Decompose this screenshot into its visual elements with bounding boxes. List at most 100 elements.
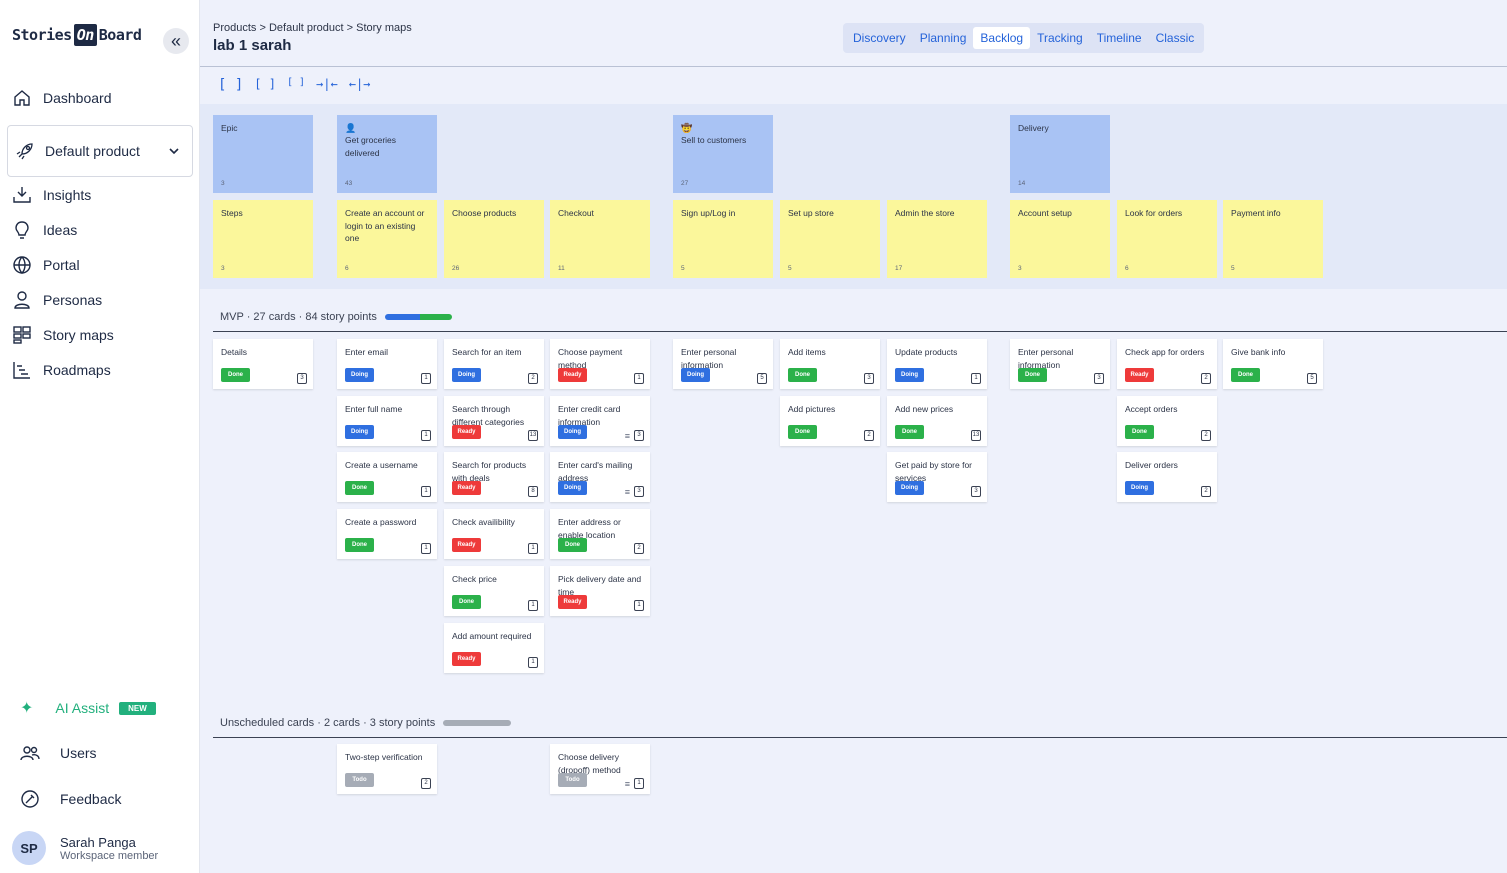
step-card[interactable]: Checkout 11 [550,200,650,278]
status-badge[interactable]: Doing [895,480,924,495]
story-card[interactable]: Add items Done 3 [780,339,880,389]
story-card[interactable]: Check availibility Ready 1 [444,509,544,559]
breadcrumb-products[interactable]: Products [213,22,256,34]
status-badge[interactable]: Done [345,537,374,552]
release-header[interactable]: MVP · 27 cards · 84 story points [220,311,452,323]
status-badge[interactable]: Todo [345,772,374,787]
story-card[interactable]: Choose payment method Ready 1 [550,339,650,389]
sidebar-item-portal[interactable]: Portal [12,255,80,275]
story-card[interactable]: Enter card's mailing address Doing ≡ 3 [550,452,650,502]
status-badge[interactable]: Doing [452,367,481,382]
status-badge[interactable]: Doing [345,424,374,439]
status-badge[interactable]: Done [345,480,374,495]
story-card[interactable]: Update products Doing 1 [887,339,987,389]
status-badge[interactable]: Doing [558,424,587,439]
sidebar-item-dashboard[interactable]: Dashboard [12,88,112,108]
status-badge[interactable]: Ready [558,367,587,382]
step-card[interactable]: Steps 3 [213,200,313,278]
story-card[interactable]: Create a username Done 1 [337,452,437,502]
status-badge[interactable]: Done [221,367,250,382]
status-badge[interactable]: Todo [558,772,587,787]
zoom-large-icon[interactable]: [ ] [218,77,243,93]
status-badge[interactable]: Doing [345,367,374,382]
story-card[interactable]: Get paid by store for services Doing 3 [887,452,987,502]
status-badge[interactable]: Doing [1125,480,1154,495]
story-card[interactable]: Choose delivery (dropoff) method Todo ≡ 1 [550,744,650,794]
step-card[interactable]: Set up store 5 [780,200,880,278]
zoom-small-icon[interactable]: [ ] [287,77,305,93]
epic-card[interactable]: 🤠 Sell to customers 27 [673,115,773,193]
collapse-columns-icon[interactable]: →|← [316,77,338,93]
step-card[interactable]: Choose products 26 [444,200,544,278]
story-card[interactable]: Check price Done 1 [444,566,544,616]
tab-classic[interactable]: Classic [1149,27,1202,49]
story-card[interactable]: Search for an item Doing 2 [444,339,544,389]
step-card[interactable]: Account setup 3 [1010,200,1110,278]
sidebar-item-insights[interactable]: Insights [12,185,91,205]
sidebar-item-roadmaps[interactable]: Roadmaps [12,360,111,380]
story-card[interactable]: Add amount required Ready 1 [444,623,544,673]
sidebar-item-story-maps[interactable]: Story maps [12,325,114,345]
story-card[interactable]: Create a password Done 1 [337,509,437,559]
story-card[interactable]: Give bank info Done 5 [1223,339,1323,389]
sidebar-item-feedback[interactable]: Feedback [20,789,121,809]
sidebar-item-personas[interactable]: Personas [12,290,102,310]
epic-card[interactable]: Epic 3 [213,115,313,193]
zoom-medium-icon[interactable]: [ ] [254,77,276,93]
tab-planning[interactable]: Planning [913,27,974,49]
status-badge[interactable]: Done [1018,367,1047,382]
story-card[interactable]: Search through different categories Ready… [444,396,544,446]
story-card[interactable]: Enter full name Doing 1 [337,396,437,446]
status-badge[interactable]: Done [452,594,481,609]
story-card[interactable]: Enter personal information Doing 5 [673,339,773,389]
step-card[interactable]: Look for orders 6 [1117,200,1217,278]
story-card[interactable]: Enter address or enable location Done 2 [550,509,650,559]
status-badge[interactable]: Done [788,367,817,382]
sidebar-item-users[interactable]: Users [20,743,97,763]
story-card[interactable]: Deliver orders Doing 2 [1117,452,1217,502]
status-badge[interactable]: Ready [452,424,481,439]
release-header[interactable]: Unscheduled cards · 2 cards · 3 story po… [220,717,512,729]
status-badge[interactable]: Doing [558,480,587,495]
status-badge[interactable]: Done [895,424,924,439]
breadcrumb-default-product[interactable]: Default product [269,22,344,34]
step-card[interactable]: Create an account or login to an existin… [337,200,437,278]
status-badge[interactable]: Doing [681,367,710,382]
story-card[interactable]: Search for products with deals Ready 8 [444,452,544,502]
status-badge[interactable]: Done [558,537,587,552]
status-badge[interactable]: Ready [452,537,481,552]
tab-timeline[interactable]: Timeline [1090,27,1149,49]
story-card[interactable]: Enter credit card information Doing ≡ 3 [550,396,650,446]
story-card[interactable]: Enter personal information Done 3 [1010,339,1110,389]
sidebar-item-ideas[interactable]: Ideas [12,220,77,240]
step-card[interactable]: Payment info 5 [1223,200,1323,278]
breadcrumb-story-maps[interactable]: Story maps [356,22,412,34]
tab-tracking[interactable]: Tracking [1030,27,1090,49]
status-badge[interactable]: Done [1231,367,1260,382]
status-badge[interactable]: Done [1125,424,1154,439]
story-card[interactable]: Accept orders Done 2 [1117,396,1217,446]
app-logo[interactable]: Stories On Board [12,24,142,46]
tab-backlog[interactable]: Backlog [973,27,1031,49]
expand-columns-icon[interactable]: ←|→ [349,77,371,93]
status-badge[interactable]: Done [788,424,817,439]
story-card[interactable]: Add pictures Done 2 [780,396,880,446]
collapse-sidebar-button[interactable]: « [163,28,189,54]
status-badge[interactable]: Ready [1125,367,1154,382]
status-badge[interactable]: Ready [452,480,481,495]
story-card[interactable]: Check app for orders Ready 2 [1117,339,1217,389]
page-title[interactable]: lab 1 sarah [213,37,291,54]
story-card[interactable]: Pick delivery date and time Ready 1 [550,566,650,616]
ai-assist-button[interactable]: ✦ AI Assist NEW [20,698,156,718]
story-card[interactable]: Two-step verification Todo 2 [337,744,437,794]
status-badge[interactable]: Ready [558,594,587,609]
epic-card[interactable]: Delivery 14 [1010,115,1110,193]
step-card[interactable]: Sign up/Log in 5 [673,200,773,278]
tab-discovery[interactable]: Discovery [846,27,913,49]
user-profile[interactable]: SP Sarah Panga Workspace member [12,831,158,865]
status-badge[interactable]: Doing [895,367,924,382]
story-card[interactable]: Enter email Doing 1 [337,339,437,389]
product-selector[interactable]: Default product [7,125,193,177]
epic-card[interactable]: 👤 Get groceries delivered 43 [337,115,437,193]
story-card[interactable]: Add new prices Done 13 [887,396,987,446]
